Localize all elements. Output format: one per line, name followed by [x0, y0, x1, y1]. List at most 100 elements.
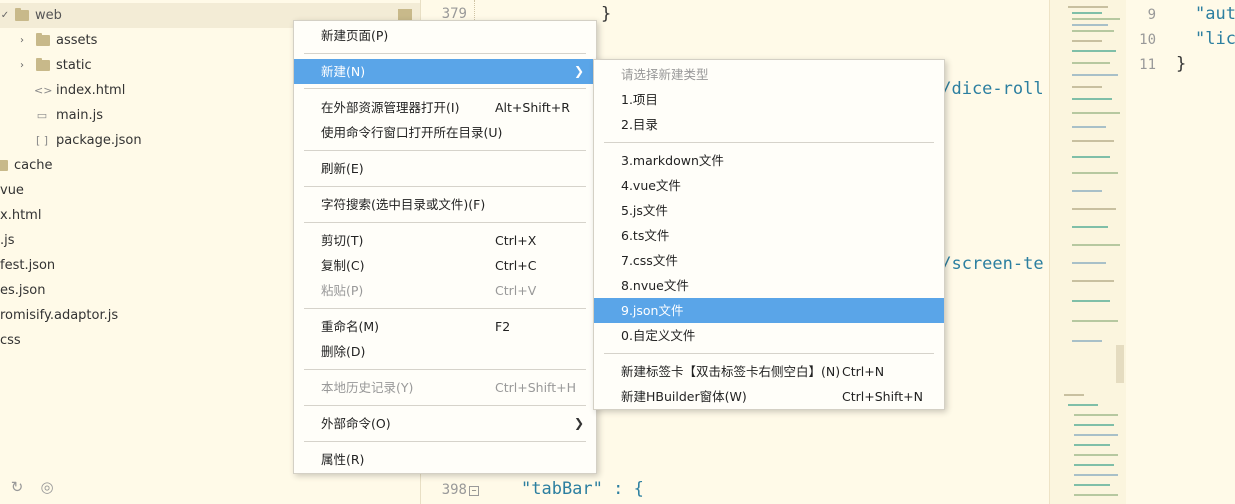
menu-item-label: 本地历史记录(Y): [321, 380, 414, 395]
globe-icon[interactable]: ◎: [38, 478, 56, 496]
menu-item-search[interactable]: 字符搜索(选中目录或文件)(F): [294, 192, 596, 217]
menu-item-label: 8.nvue文件: [621, 278, 689, 293]
line-number: 9: [1147, 7, 1156, 23]
menu-item-new[interactable]: 新建(N) ❯: [294, 59, 596, 84]
menu-item-label: 5.js文件: [621, 203, 668, 218]
menu-item-label: 新建页面(P): [321, 28, 389, 43]
fold-toggle-icon[interactable]: −: [469, 486, 479, 496]
menu-item-properties[interactable]: 属性(R): [294, 447, 596, 472]
refresh-icon[interactable]: ↻: [8, 478, 26, 496]
tree-item-label: x.html: [0, 208, 42, 223]
menu-item-label: 0.自定义文件: [621, 328, 696, 343]
submenu-header: 请选择新建类型: [594, 62, 944, 87]
submenu-header-label: 请选择新建类型: [621, 67, 709, 82]
chevron-right-icon: ❯: [573, 416, 584, 430]
menu-item-label: 剪切(T): [321, 233, 364, 248]
submenu-item-nvue[interactable]: 8.nvue文件: [594, 273, 944, 298]
secondary-editor[interactable]: 9 10 11 "aut "lic }: [1126, 0, 1235, 504]
menu-separator: [304, 369, 586, 370]
minimap[interactable]: [1049, 0, 1127, 504]
menu-item-label: 在外部资源管理器打开(I): [321, 100, 460, 115]
submenu-item-new-window[interactable]: 新建HBuilder窗体(W) Ctrl+Shift+N: [594, 384, 944, 409]
tree-item-label: fest.json: [0, 258, 56, 273]
tree-item[interactable]: css: [0, 328, 290, 353]
line-number: 10: [1139, 32, 1156, 48]
menu-item-label: 3.markdown文件: [621, 153, 724, 168]
menu-item-local-history[interactable]: 本地历史记录(Y) Ctrl+Shift+H: [294, 375, 596, 400]
menu-separator: [304, 53, 586, 54]
chevron-right-icon[interactable]: ›: [17, 28, 27, 53]
tree-item[interactable]: .js: [0, 228, 290, 253]
menu-item-label: 刷新(E): [321, 161, 364, 176]
new-submenu: 请选择新建类型 1.项目 2.目录 3.markdown文件 4.vue文件 5…: [593, 59, 945, 410]
tree-item-cache[interactable]: cache: [0, 153, 290, 178]
menu-item-open-terminal[interactable]: 使用命令行窗口打开所在目录(U): [294, 120, 596, 145]
menu-item-new-page[interactable]: 新建页面(P): [294, 23, 596, 48]
tree-item[interactable]: es.json: [0, 278, 290, 303]
code-line: "lic: [1195, 29, 1235, 49]
menu-item-label: 新建HBuilder窗体(W): [621, 389, 747, 404]
chevron-right-icon: ❯: [573, 64, 584, 78]
line-number: 11: [1139, 57, 1156, 73]
menu-item-external-commands[interactable]: 外部命令(O) ❯: [294, 411, 596, 436]
tree-item-label: package.json: [56, 133, 142, 148]
tree-item-label: web: [35, 8, 62, 23]
menu-item-copy[interactable]: 复制(C) Ctrl+C: [294, 253, 596, 278]
submenu-item-json[interactable]: 9.json文件: [594, 298, 944, 323]
code-line: "tabBar" : {: [521, 479, 644, 499]
menu-item-label: 复制(C): [321, 258, 365, 273]
chevron-right-icon[interactable]: ›: [17, 53, 27, 78]
menu-item-shortcut: Ctrl+X: [495, 233, 537, 248]
menu-item-label: 属性(R): [321, 452, 365, 467]
menu-separator: [604, 353, 934, 354]
chevron-down-icon[interactable]: ✓: [0, 3, 10, 28]
menu-item-label: 字符搜索(选中目录或文件)(F): [321, 197, 486, 212]
menu-item-label: 9.json文件: [621, 303, 684, 318]
tree-item-label: assets: [56, 33, 98, 48]
tree-item-label: vue: [0, 183, 24, 198]
menu-item-rename[interactable]: 重命名(M) F2: [294, 314, 596, 339]
menu-item-refresh[interactable]: 刷新(E): [294, 156, 596, 181]
submenu-item-ts[interactable]: 6.ts文件: [594, 223, 944, 248]
menu-item-label: 删除(D): [321, 344, 366, 359]
menu-separator: [304, 186, 586, 187]
tree-item[interactable]: fest.json: [0, 253, 290, 278]
menu-item-delete[interactable]: 删除(D): [294, 339, 596, 364]
tree-item-index-html[interactable]: <> index.html: [0, 78, 290, 103]
tree-item-main-js[interactable]: ▭ main.js: [0, 103, 290, 128]
submenu-item-vue[interactable]: 4.vue文件: [594, 173, 944, 198]
menu-item-open-in-explorer[interactable]: 在外部资源管理器打开(I) Alt+Shift+R: [294, 95, 596, 120]
submenu-item-css[interactable]: 7.css文件: [594, 248, 944, 273]
menu-item-shortcut: Ctrl+V: [495, 283, 537, 298]
tree-item[interactable]: x.html: [0, 203, 290, 228]
tree-item-label: cache: [14, 158, 53, 173]
tree-item[interactable]: vue: [0, 178, 290, 203]
tree-item[interactable]: romisify.adaptor.js: [0, 303, 290, 328]
menu-separator: [304, 405, 586, 406]
menu-item-label: 1.项目: [621, 92, 658, 107]
code-line: }: [601, 4, 612, 24]
menu-item-shortcut: Ctrl+Shift+H: [495, 380, 576, 395]
submenu-item-markdown[interactable]: 3.markdown文件: [594, 148, 944, 173]
tree-item-static[interactable]: › static: [0, 53, 290, 78]
tree-item-assets[interactable]: › assets: [0, 28, 290, 53]
menu-item-label: 2.目录: [621, 117, 658, 132]
menu-item-label: 外部命令(O): [321, 416, 391, 431]
submenu-item-js[interactable]: 5.js文件: [594, 198, 944, 223]
menu-item-shortcut: F2: [495, 319, 511, 334]
menu-item-shortcut: Ctrl+C: [495, 258, 537, 273]
folder-icon: [36, 58, 50, 71]
line-number: 398: [441, 482, 467, 498]
menu-item-paste[interactable]: 粘贴(P) Ctrl+V: [294, 278, 596, 303]
tree-item-package-json[interactable]: [ ] package.json: [0, 128, 290, 153]
menu-item-label: 7.css文件: [621, 253, 678, 268]
scrollbar[interactable]: [1116, 345, 1124, 383]
submenu-item-directory[interactable]: 2.目录: [594, 112, 944, 137]
submenu-item-custom[interactable]: 0.自定义文件: [594, 323, 944, 348]
menu-separator: [604, 142, 934, 143]
menu-item-cut[interactable]: 剪切(T) Ctrl+X: [294, 228, 596, 253]
tree-item-label: main.js: [56, 108, 103, 123]
submenu-item-project[interactable]: 1.项目: [594, 87, 944, 112]
folder-icon: [36, 33, 50, 46]
submenu-item-new-tab[interactable]: 新建标签卡【双击标签卡右侧空白】(N) Ctrl+N: [594, 359, 944, 384]
